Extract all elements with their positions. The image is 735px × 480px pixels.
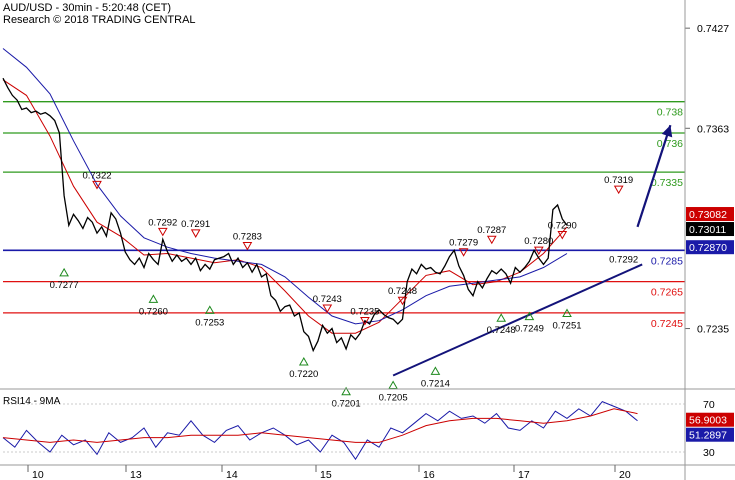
swing-high-label-8: 0.7287 bbox=[477, 225, 506, 236]
level-label-0: 0.738 bbox=[657, 107, 683, 119]
swing-high-label-9: 0.7280 bbox=[524, 236, 553, 247]
time-tick-label-1: 13 bbox=[130, 469, 142, 480]
swing-low-label-0: 0.7277 bbox=[50, 280, 79, 291]
rsi-tick-label-1: 30 bbox=[703, 447, 715, 459]
swing-low-label-2: 0.7253 bbox=[195, 317, 224, 328]
time-tick-label-6: 20 bbox=[619, 469, 631, 480]
price-tick-label-0: 0.7427 bbox=[697, 23, 729, 35]
swing-high-label-0: 0.7322 bbox=[82, 170, 111, 181]
swing-low-label-1: 0.7260 bbox=[139, 306, 168, 317]
swing-low-label-9: 0.7251 bbox=[552, 321, 581, 332]
swing-high-label-2: 0.7291 bbox=[181, 219, 210, 230]
time-tick-label-2: 14 bbox=[226, 469, 238, 480]
swing-low-label-7: 0.7248 bbox=[487, 325, 516, 336]
chart-subtitle: Research © 2018 TRADING CENTRAL bbox=[3, 14, 196, 26]
level-label-3: 0.7285 bbox=[651, 255, 683, 267]
chart-title: AUD/USD - 30min - 5:20:48 (CET) bbox=[3, 2, 172, 14]
swing-high-label-11: 0.7319 bbox=[604, 175, 633, 186]
swing-high-label-7: 0.7279 bbox=[449, 238, 478, 249]
swing-high-label-6: 0.7248 bbox=[388, 286, 417, 297]
swing-high-label-3: 0.7283 bbox=[233, 231, 262, 242]
time-tick-label-0: 10 bbox=[32, 469, 44, 480]
swing-low-label-6: 0.7214 bbox=[421, 378, 450, 389]
level-label-4: 0.7265 bbox=[651, 287, 683, 299]
swing-low-label-5: 0.7205 bbox=[379, 392, 408, 403]
time-tick-label-3: 15 bbox=[320, 469, 332, 480]
swing-low-label-8: 0.7249 bbox=[515, 324, 544, 335]
level-label-1: 0.736 bbox=[657, 138, 683, 150]
level-label-2: 0.7335 bbox=[651, 177, 683, 189]
price-tag-label-1: 0.73011 bbox=[689, 224, 726, 236]
rsi-tag-label-0: 56.9003 bbox=[689, 415, 727, 427]
rsi-tick-label-0: 70 bbox=[703, 399, 715, 411]
swing-high-label-1: 0.7292 bbox=[148, 217, 177, 228]
price-tag-label-2: 0.72870 bbox=[689, 242, 727, 254]
swing-high-label-5: 0.7235 bbox=[350, 307, 379, 318]
swing-high-label-10: 0.7290 bbox=[548, 221, 577, 232]
rsi-tag-label-1: 51.2897 bbox=[689, 430, 727, 442]
level-annotation-0: 0.7292 bbox=[609, 254, 638, 265]
price-tick-label-1: 0.7363 bbox=[697, 123, 729, 135]
swing-high-label-4: 0.7243 bbox=[313, 294, 342, 305]
level-label-5: 0.7245 bbox=[651, 318, 683, 330]
chart-canvas: 0.738 0.736 0.7335 0.7285 0.7265 0.7245 0.727… bbox=[0, 0, 735, 480]
time-tick-label-5: 17 bbox=[518, 469, 530, 480]
swing-low-label-3: 0.7220 bbox=[289, 369, 318, 380]
price-tag-label-0: 0.73082 bbox=[689, 209, 727, 221]
chart-background bbox=[0, 0, 735, 480]
time-tick-label-4: 16 bbox=[423, 469, 435, 480]
rsi-title: RSI14 - 9MA bbox=[3, 396, 61, 407]
price-tick-label-2: 0.7235 bbox=[697, 324, 729, 336]
